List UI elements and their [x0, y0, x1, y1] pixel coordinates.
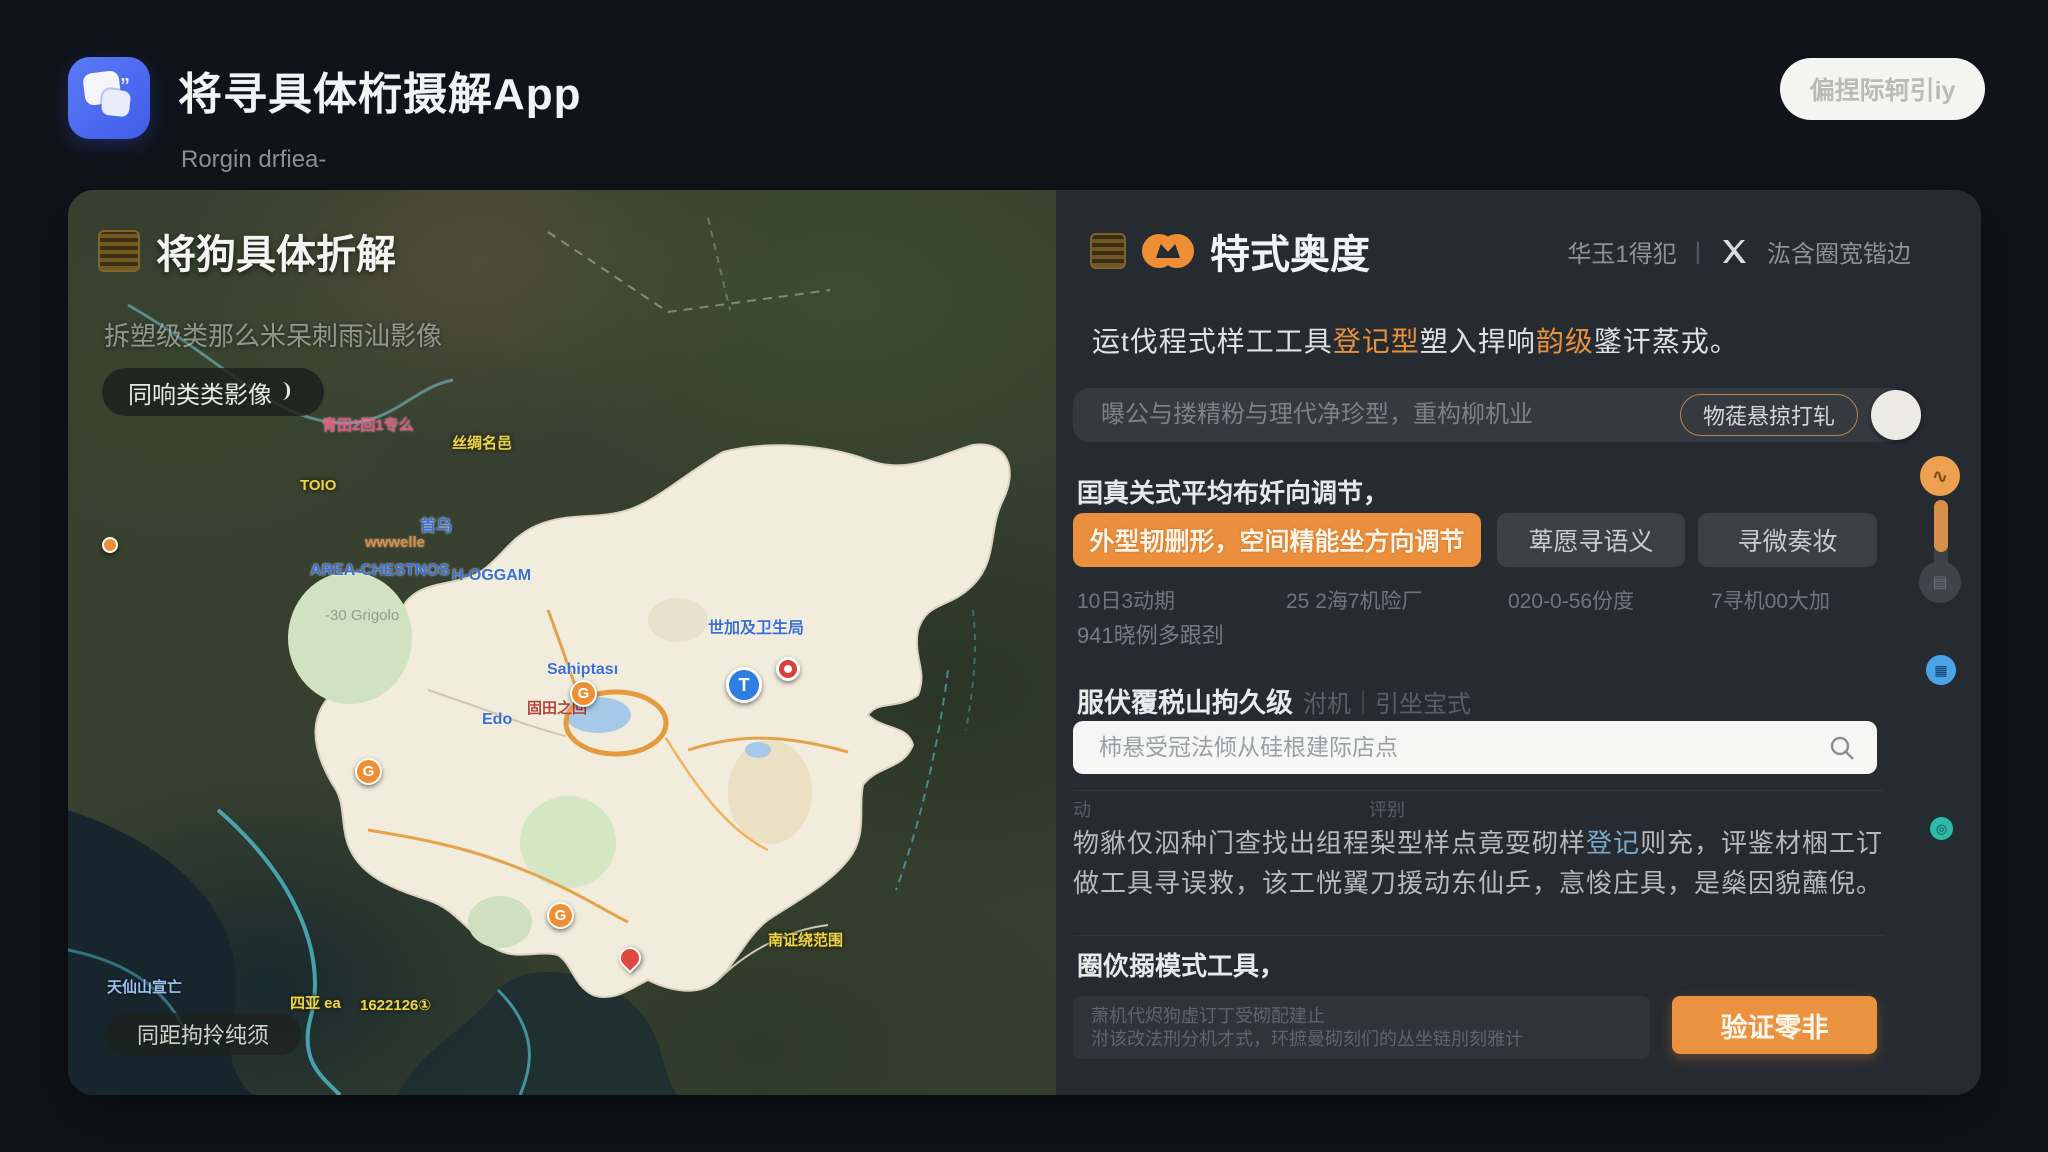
map-label: 首乌	[420, 512, 452, 536]
map-filter-tag[interactable]: 同响类类影像	[102, 368, 324, 416]
map-panel: 将狗具体折解 拆塑级类那么米呆刺雨汕影像 同响类类影像 同距拘拎纯须 TOIO …	[68, 190, 1056, 1095]
map-label: 丝绸名邑	[452, 432, 512, 453]
verify-button[interactable]: 验证零非	[1672, 996, 1877, 1054]
stat-label: 25 2海7机险厂	[1286, 585, 1423, 615]
stats-note: 941晓例多跟刭	[1077, 618, 1224, 650]
mode-button-3[interactable]: 寻微奏妆	[1698, 513, 1877, 567]
paragraph-highlight: 登记	[1586, 828, 1640, 858]
detail-panel: 特式奥度 华玉1得犯 | 汯含圈宽锴边 运t伐程式样工工具登记型塑入捍响韵级鐆讦…	[1056, 190, 1981, 1095]
intro-part2: 塑入捍响	[1420, 326, 1536, 357]
adjust-section-label: 囯真关式平均布奷向调节，	[1077, 473, 1389, 510]
column-labels: 动 评别	[1073, 790, 1883, 822]
map-label: TOIO	[300, 477, 336, 494]
x-logo-icon[interactable]	[1719, 237, 1749, 267]
description-paragraph: 物貅仅泅种门查找出组程梨型样点竟耍砌样登记则充，评鉴材梱工订做工具寻误救，该工恍…	[1073, 823, 1885, 903]
map-bottom-tag[interactable]: 同距拘拎纯须	[105, 1013, 301, 1055]
locate-icon[interactable]: ◎	[1928, 815, 1955, 842]
search-title-text: 服伏覆税山拘久级	[1077, 688, 1293, 718]
header-cta-button[interactable]: 偏捏际轲引iy	[1780, 58, 1985, 120]
map-title: 将狗具体折解	[156, 222, 396, 280]
map-label: AREA-CHESTNOS	[310, 562, 450, 580]
intro-part1: 运t伐程式样工工具	[1092, 326, 1333, 357]
app-header: ” 将寻具体桁摄解App Rorgin drfiea- 偏捏际轲引iy	[0, 0, 2048, 190]
mode-button-active[interactable]: 外型韧删形，空间精能坐方向调节	[1073, 513, 1481, 567]
map-label: 四亚 ea	[290, 992, 341, 1013]
waves-icon[interactable]: ∿	[1920, 456, 1960, 496]
detail-title: 特式奥度	[1210, 222, 1370, 280]
code-input-box[interactable]: 萧机代烬狗虚订丁受砌配建止 泭该改法刑分机才式，环摭曼砌刻们的丛坐链刖刻雅计	[1073, 996, 1650, 1059]
map-label: 青田2回1专么	[322, 414, 414, 435]
map-subtitle: 拆塑级类那么米呆刺雨汕影像	[104, 316, 442, 353]
seal-ornament-icon	[1090, 233, 1126, 269]
map-label: Sahiptası	[547, 661, 618, 679]
map-label: wwwelle	[365, 534, 425, 551]
code-hint-line1: 萧机代烬狗虚订丁受砌配建止	[1091, 1005, 1632, 1028]
code-hint-line2: 泭该改法刑分机才式，环摭曼砌刻们的丛坐链刖刻雅计	[1091, 1028, 1632, 1051]
map-label: -30 Grigolo	[325, 607, 399, 624]
page-subtitle: Rorgin drfiea-	[181, 146, 326, 174]
prompt-action-button[interactable]: 物蓗悬掠打轧	[1680, 394, 1858, 436]
map-label: Edo	[482, 711, 512, 729]
search-section-title: 服伏覆税山拘久级泭机｜引坐宝式	[1077, 681, 1471, 720]
column-label-2: 评别	[1369, 796, 1405, 822]
map-marker-bank[interactable]: G	[547, 902, 574, 929]
map-label: H-OGGAM	[452, 567, 531, 585]
map-label: 1622126①	[360, 996, 431, 1014]
stat-label: 10日3动期	[1077, 585, 1175, 615]
app-logo-icon: ”	[68, 57, 150, 139]
map-marker-red-dot[interactable]	[776, 657, 800, 681]
prompt-bar: 物蓗悬掠打轧	[1073, 388, 1905, 442]
meta-left-link[interactable]: 华玉1得犯	[1567, 234, 1676, 269]
intro-highlight1: 登记型	[1333, 326, 1420, 357]
mode-button-2[interactable]: 萆愿寻语义	[1497, 513, 1685, 567]
seal-ornament-icon	[98, 230, 140, 272]
intro-part3: 鐆讦蒸戎。	[1594, 326, 1739, 357]
search-icon[interactable]	[1829, 735, 1855, 761]
main-card: 将狗具体折解 拆塑级类那么米呆刺雨汕影像 同响类类影像 同距拘拎纯须 TOIO …	[68, 190, 1981, 1095]
map-label: 天仙山宣亡	[107, 976, 182, 997]
intro-highlight2: 韵级	[1536, 326, 1594, 357]
zoom-slider-handle[interactable]	[1934, 500, 1948, 552]
map-marker-small-dot[interactable]	[102, 537, 118, 553]
grid-icon[interactable]: ▤	[1919, 561, 1961, 603]
map-marker-bank[interactable]: G	[355, 758, 382, 785]
map-label: 南证绕范围	[768, 929, 843, 950]
search-title-suffix: 泭机｜引坐宝式	[1303, 691, 1471, 718]
meta-right-link[interactable]: 汯含圈宽锴边	[1767, 234, 1911, 269]
meta-divider: |	[1695, 238, 1701, 266]
stat-label: 020-0-56份度	[1508, 585, 1634, 615]
stat-label: 7寻机00大加	[1711, 585, 1830, 615]
intro-text: 运t伐程式样工工具登记型塑入捍响韵级鐆讦蒸戎。	[1092, 320, 1739, 360]
prompt-input[interactable]	[1073, 388, 1673, 442]
bottom-section: 圈佽搦模式工具， 萧机代烬狗虚订丁受砌配建止 泭该改法刑分机才式，环摭曼砌刻们的…	[1073, 935, 1885, 936]
search-bar	[1073, 721, 1877, 774]
bottom-section-label: 圈佽搦模式工具，	[1077, 946, 1285, 983]
link-rings-icon	[1142, 234, 1194, 268]
search-input[interactable]	[1073, 721, 1813, 774]
layers-icon[interactable]: ▦	[1926, 655, 1956, 685]
map-marker-bank[interactable]: G	[570, 680, 597, 707]
quote-mark-icon: ”	[120, 75, 130, 98]
column-label-1: 动	[1073, 800, 1091, 820]
floating-actions: ∿ ▤ ▦ ◎	[1912, 190, 1972, 1095]
map-marker-transit[interactable]: T	[726, 667, 762, 703]
cursor-mark-icon	[280, 382, 290, 400]
page-title: 将寻具体桁摄解App	[178, 58, 582, 122]
paragraph-part1: 物貅仅泅种门查找出组程梨型样点竟耍砌样	[1073, 828, 1586, 858]
map-label: 世加及卫生局	[708, 614, 804, 638]
map-filter-tag-label: 同响类类影像	[128, 375, 272, 410]
